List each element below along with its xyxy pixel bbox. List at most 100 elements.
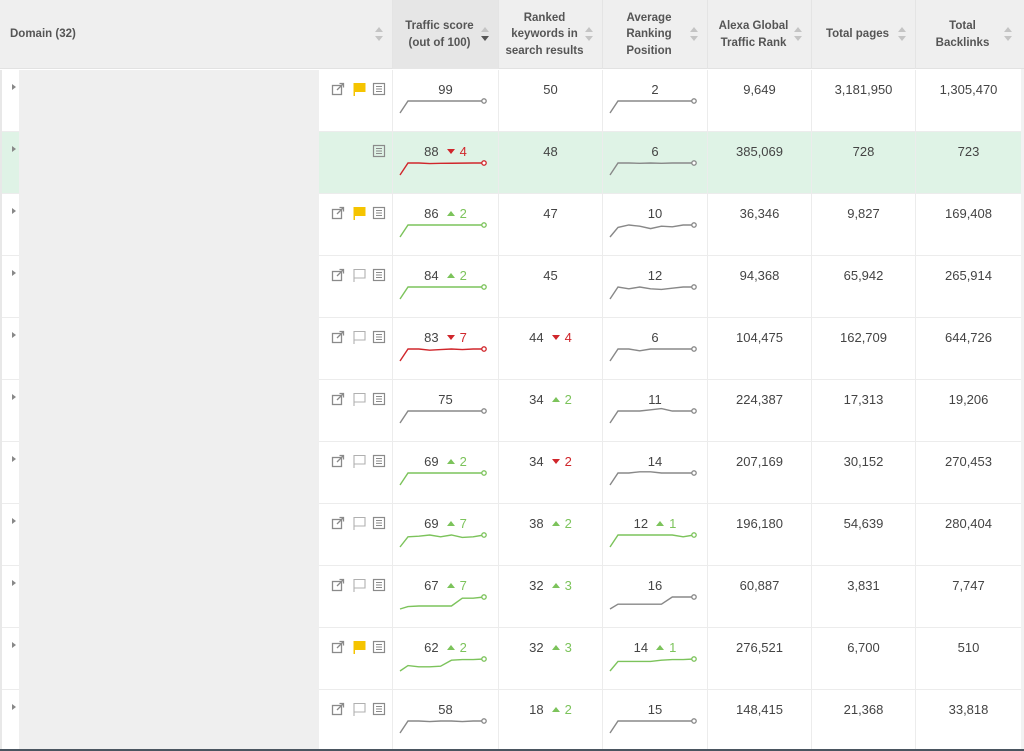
sort-icon[interactable] <box>585 27 594 41</box>
external-link-icon[interactable] <box>331 268 345 282</box>
value-traffic: 83 7 <box>393 330 498 345</box>
expand-row-toggle[interactable] <box>0 690 19 751</box>
external-link-icon[interactable] <box>331 206 345 220</box>
expand-row-toggle[interactable] <box>0 70 19 132</box>
header-domain[interactable]: Domain (32) <box>0 0 392 69</box>
external-link-icon[interactable] <box>331 454 345 468</box>
table-row[interactable]: 88 4 48 6 385,069 728 723 <box>0 132 1024 194</box>
external-link-icon[interactable] <box>331 330 345 344</box>
value-avgpos: 6 <box>603 330 707 345</box>
value-keywords: 34 2 <box>499 392 602 407</box>
sort-icon[interactable] <box>375 27 384 41</box>
domain-name-redacted[interactable] <box>19 566 319 628</box>
header-ranked-keywords[interactable]: Ranked keywords in search results <box>498 0 602 69</box>
flag-outline-icon[interactable] <box>352 454 366 468</box>
header-total-pages[interactable]: Total pages <box>811 0 915 69</box>
expand-row-toggle[interactable] <box>0 628 19 690</box>
table-row[interactable]: 86 2 47 10 36,346 9,827 169,408 <box>0 194 1024 256</box>
flag-outline-icon[interactable] <box>352 330 366 344</box>
table-row[interactable]: 69 7 38 2 12 1 196,180 54,639 280,404 <box>0 504 1024 566</box>
sort-desc-icon[interactable] <box>481 27 490 41</box>
value-pages: 17,313 <box>843 392 884 407</box>
external-link-icon[interactable] <box>331 578 345 592</box>
header-average-position[interactable]: Average Ranking Position <box>602 0 707 69</box>
flag-outline-icon[interactable] <box>352 268 366 282</box>
sort-icon[interactable] <box>794 27 803 41</box>
external-link-icon[interactable] <box>331 516 345 530</box>
table-row[interactable]: 83 7 44 4 6 104,475 162,709 644,726 <box>0 318 1024 380</box>
cell-keywords: 44 4 <box>498 318 602 380</box>
table-row[interactable]: 84 2 45 12 94,368 65,942 265,914 <box>0 256 1024 318</box>
domain-name-redacted[interactable] <box>19 318 319 380</box>
cell-pages: 728 <box>811 132 915 194</box>
table-row[interactable]: 58 18 2 15 148,415 21,368 33,818 <box>0 690 1024 751</box>
sparkline-endpoint <box>691 594 697 600</box>
header-total-backlinks[interactable]: Total Backlinks <box>915 0 1021 69</box>
expand-row-toggle[interactable] <box>0 318 19 380</box>
external-link-icon[interactable] <box>331 82 345 96</box>
domain-name-redacted[interactable] <box>19 380 319 442</box>
expand-row-toggle[interactable] <box>0 504 19 566</box>
value-alexa: 94,368 <box>739 268 780 283</box>
details-list-icon[interactable] <box>372 454 386 468</box>
flag-outline-icon[interactable] <box>352 702 366 716</box>
external-link-icon[interactable] <box>331 640 345 654</box>
cell-avgpos: 11 <box>602 380 707 442</box>
cell-alexa: 104,475 <box>707 318 811 380</box>
header-alexa-rank[interactable]: Alexa Global Traffic Rank <box>707 0 811 69</box>
flag-filled-icon[interactable] <box>352 640 366 654</box>
value-traffic: 58 <box>393 702 498 717</box>
details-list-icon[interactable] <box>372 640 386 654</box>
details-list-icon[interactable] <box>372 516 386 530</box>
domain-name-redacted[interactable] <box>19 194 319 256</box>
details-list-icon[interactable] <box>372 330 386 344</box>
flag-outline-icon[interactable] <box>352 392 366 406</box>
details-list-icon[interactable] <box>372 206 386 220</box>
table-row[interactable]: 75 34 2 11 224,387 17,313 19,206 <box>0 380 1024 442</box>
expand-row-toggle[interactable] <box>0 442 19 504</box>
header-traffic-score[interactable]: Traffic score (out of 100) <box>392 0 498 69</box>
cell-keywords: 32 3 <box>498 628 602 690</box>
expand-row-toggle[interactable] <box>0 566 19 628</box>
external-link-icon[interactable] <box>331 702 345 716</box>
domain-name-redacted[interactable] <box>19 504 319 566</box>
sparkline-path <box>609 720 694 734</box>
sparkline-path <box>399 720 484 734</box>
caret-right-icon <box>12 518 16 524</box>
domain-name-redacted[interactable] <box>19 70 319 132</box>
flag-outline-icon[interactable] <box>352 578 366 592</box>
expand-row-toggle[interactable] <box>0 256 19 318</box>
external-link-icon[interactable] <box>331 392 345 406</box>
flag-filled-icon[interactable] <box>352 206 366 220</box>
details-list-icon[interactable] <box>372 144 386 158</box>
domain-name-redacted[interactable] <box>19 132 319 194</box>
domain-name-redacted[interactable] <box>19 442 319 504</box>
details-list-icon[interactable] <box>372 702 386 716</box>
table-row[interactable]: 99 50 2 9,649 3,181,950 1,305,470 <box>0 70 1024 132</box>
table-row[interactable]: 69 2 34 2 14 207,169 30,152 270,453 <box>0 442 1024 504</box>
expand-row-toggle[interactable] <box>0 380 19 442</box>
sparkline-endpoint <box>481 346 487 352</box>
flag-filled-icon[interactable] <box>352 82 366 96</box>
expand-row-toggle[interactable] <box>0 194 19 256</box>
value-traffic: 67 7 <box>393 578 498 593</box>
details-list-icon[interactable] <box>372 82 386 96</box>
domain-name-redacted[interactable] <box>19 690 319 751</box>
caret-right-icon <box>12 704 16 710</box>
cell-keywords: 32 3 <box>498 566 602 628</box>
value-backlinks: 510 <box>957 640 980 655</box>
sort-icon[interactable] <box>690 27 699 41</box>
expand-row-toggle[interactable] <box>0 132 19 194</box>
details-list-icon[interactable] <box>372 578 386 592</box>
domain-name-redacted[interactable] <box>19 628 319 690</box>
value-change: 7 <box>459 330 467 345</box>
sparkline-path <box>399 162 484 176</box>
details-list-icon[interactable] <box>372 268 386 282</box>
sort-icon[interactable] <box>898 27 907 41</box>
sort-icon[interactable] <box>1004 27 1013 41</box>
domain-name-redacted[interactable] <box>19 256 319 318</box>
details-list-icon[interactable] <box>372 392 386 406</box>
table-row[interactable]: 62 2 32 3 14 1 276,521 6,700 510 <box>0 628 1024 690</box>
table-row[interactable]: 67 7 32 3 16 60,887 3,831 7,747 <box>0 566 1024 628</box>
flag-outline-icon[interactable] <box>352 516 366 530</box>
